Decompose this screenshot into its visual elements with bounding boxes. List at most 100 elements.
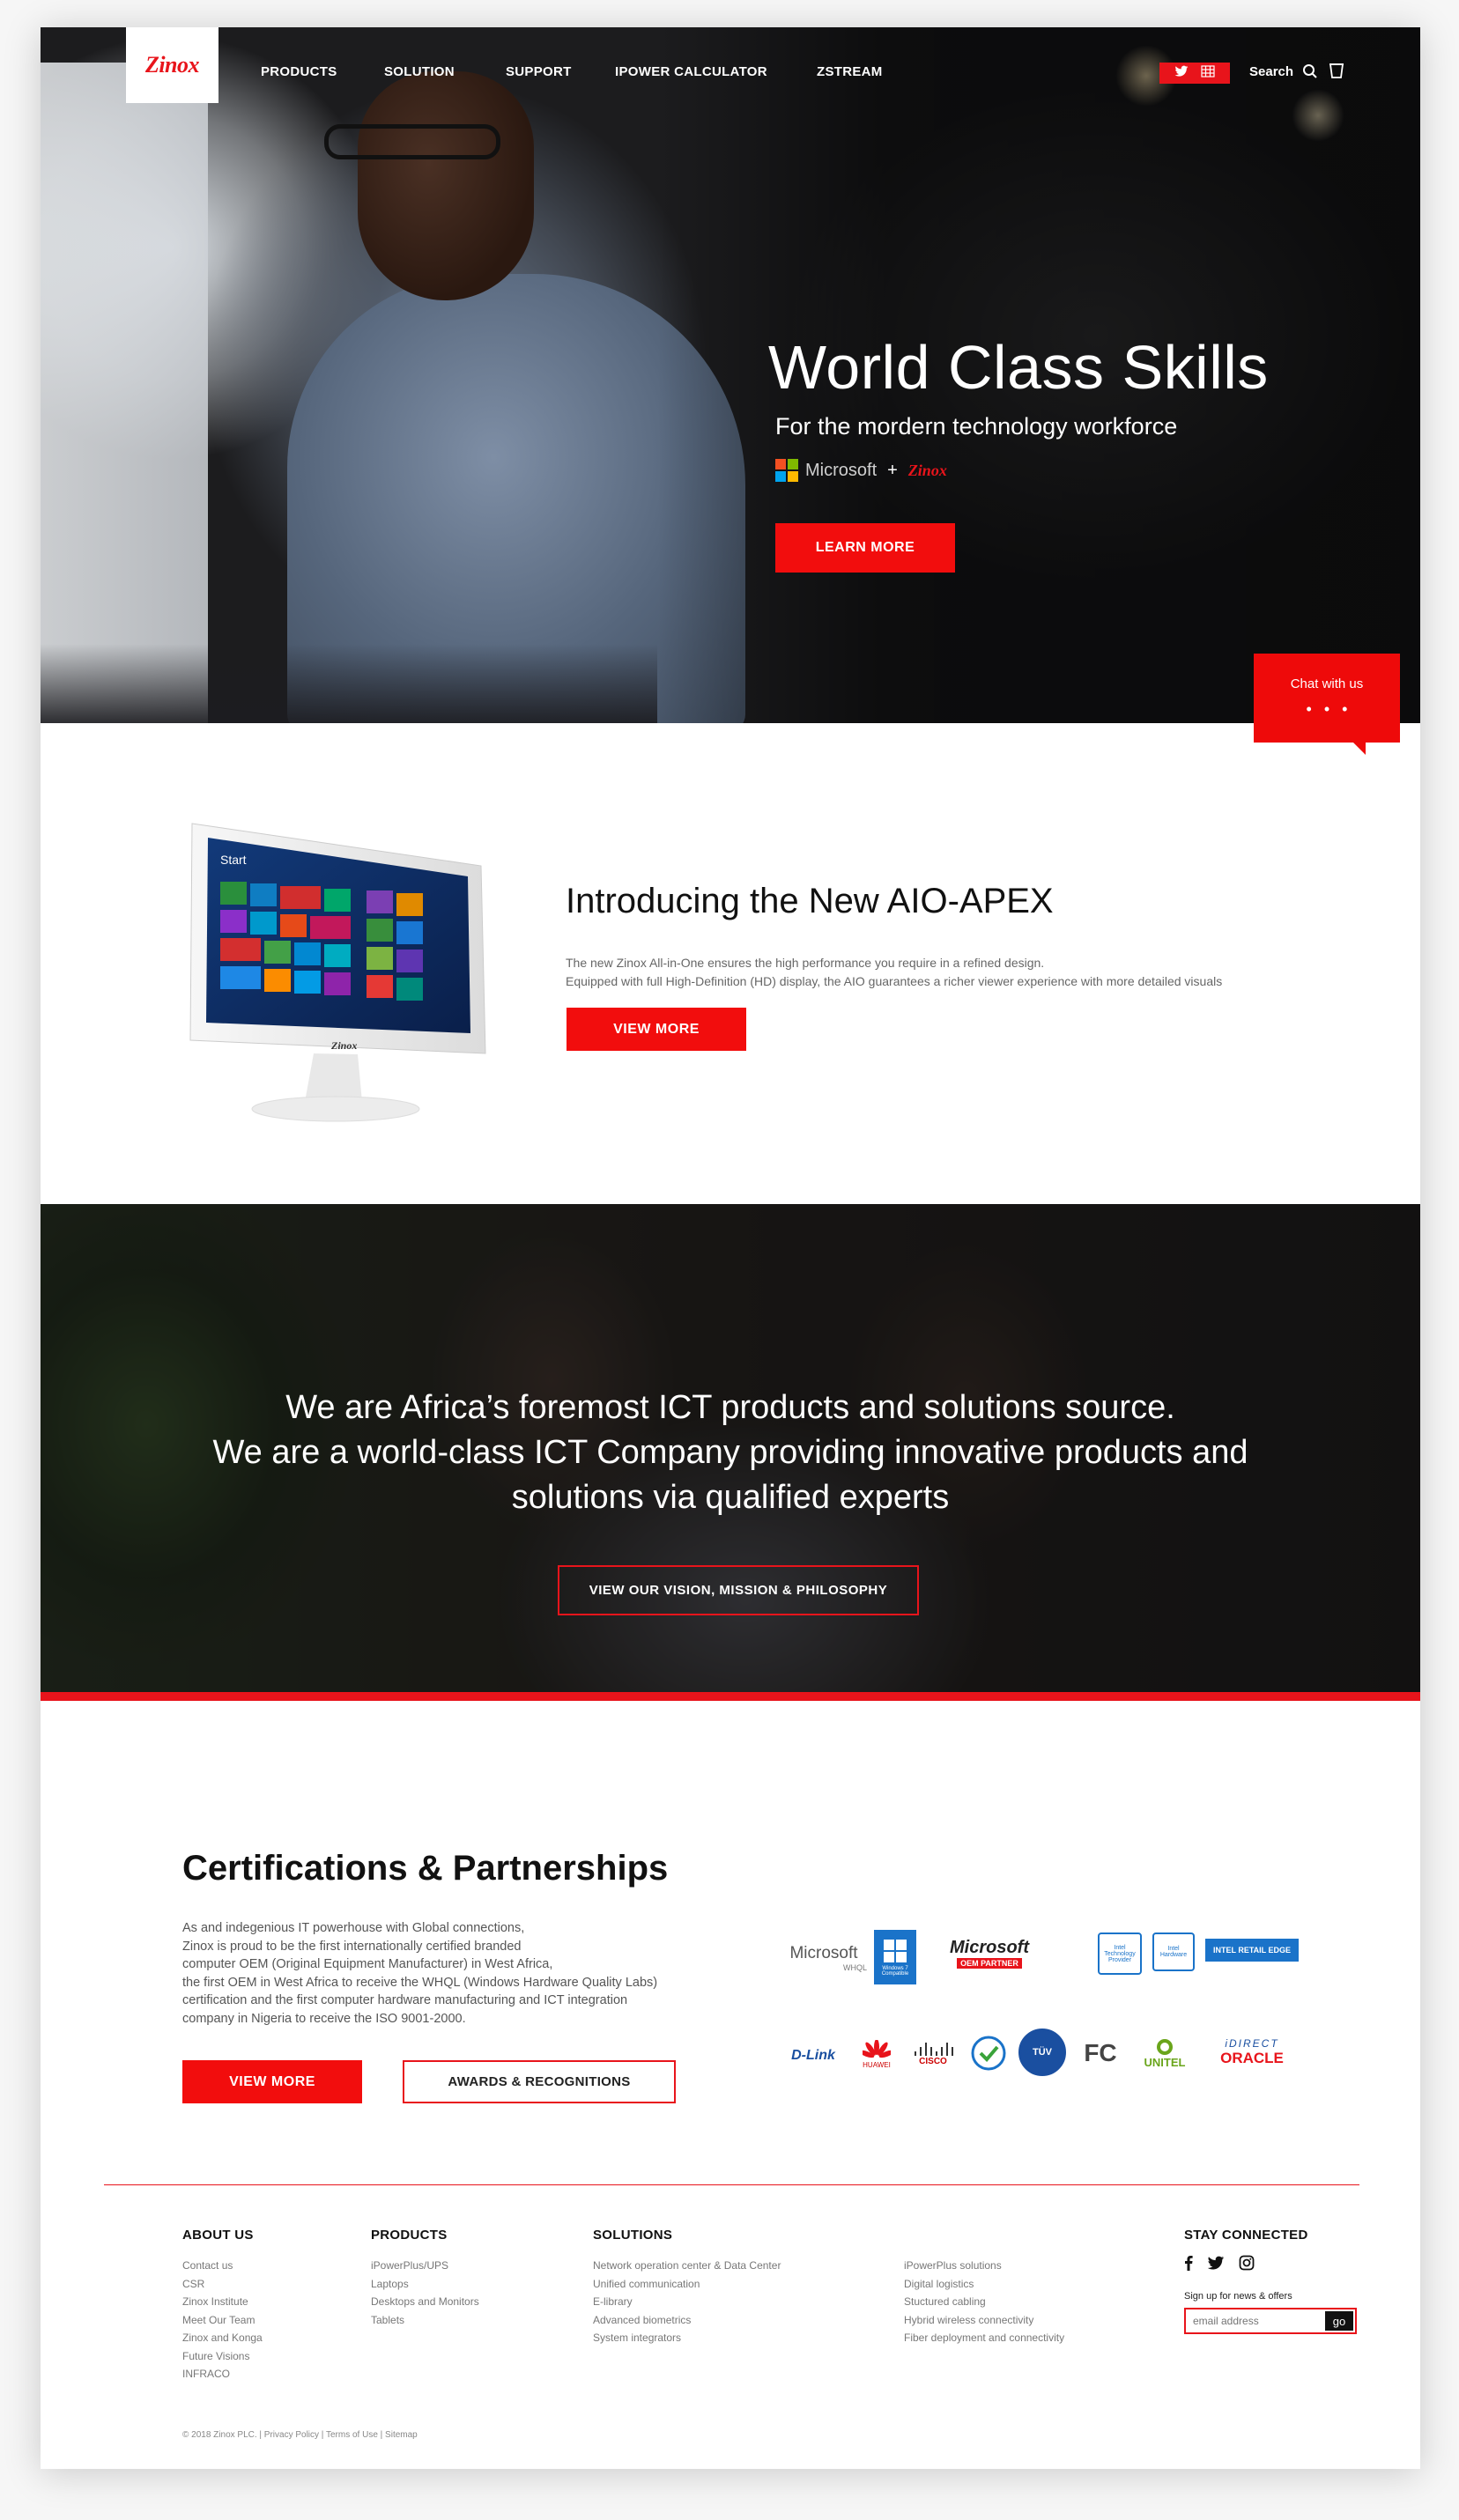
footer-link[interactable]: Desktops and Monitors xyxy=(371,2293,479,2311)
logo-text: OEM PARTNER xyxy=(957,1957,1022,1969)
cert-desc-line: Zinox is proud to be the first internati… xyxy=(182,1939,522,1954)
hero-subtitle: For the mordern technology workforce xyxy=(775,413,1178,440)
footer-link[interactable]: Tablets xyxy=(371,2311,479,2330)
mission-line: We are a world-class ICT Company providi… xyxy=(212,1434,1248,1471)
screen-start-text: Start xyxy=(220,853,247,867)
footer-link[interactable]: Stuctured cabling xyxy=(904,2293,1064,2311)
nav-zstream[interactable]: ZSTREAM xyxy=(817,64,883,79)
instagram-icon[interactable] xyxy=(1239,2255,1255,2275)
chat-dots: ••• xyxy=(1306,700,1360,718)
logo-text: INTEL RETAIL EDGE xyxy=(1212,1946,1291,1955)
footer-link[interactable]: Fiber deployment and connectivity xyxy=(904,2329,1064,2347)
footer-link[interactable]: Meet Our Team xyxy=(182,2311,263,2330)
footer-divider xyxy=(104,2184,1359,2185)
cisco-logo: CISCO xyxy=(909,2034,957,2073)
logo-text: CISCO xyxy=(919,2056,947,2066)
cert-view-more-button[interactable]: VIEW MORE xyxy=(182,2060,362,2103)
footer-link[interactable]: INFRACO xyxy=(182,2365,263,2383)
nav-ipower-calculator[interactable]: IPOWER CALCULATOR xyxy=(615,64,767,79)
cert-desc-line: the first OEM in West Africa to receive … xyxy=(182,1975,658,1990)
chat-widget[interactable]: Chat with us ••• xyxy=(1254,654,1400,743)
aio-description-line: Equipped with full High-Definition (HD) … xyxy=(566,974,1223,988)
mission-line: We are Africa’s foremost ICT products an… xyxy=(285,1389,1175,1426)
footer-heading: ABOUT US xyxy=(182,2228,254,2243)
hero-person-glasses xyxy=(324,124,500,159)
awards-recognitions-button[interactable]: AWARDS & RECOGNITIONS xyxy=(403,2060,676,2103)
footer-link[interactable]: Future Visions xyxy=(182,2347,263,2366)
huawei-petals-icon xyxy=(863,2039,891,2058)
footer-link[interactable]: Laptops xyxy=(371,2275,479,2294)
grid-icon[interactable] xyxy=(1201,64,1215,82)
aio-description: The new Zinox All-in-One ensures the hig… xyxy=(566,954,1385,991)
logo-text: HUAWEI xyxy=(863,2060,891,2069)
footer-link[interactable]: Contact us xyxy=(182,2257,263,2275)
email-input[interactable] xyxy=(1186,2309,1318,2332)
footer-link[interactable]: Unified communication xyxy=(593,2275,781,2294)
footer-link[interactable]: Zinox and Konga xyxy=(182,2329,263,2347)
partner-row: Microsoft + Zinox xyxy=(775,459,947,482)
logo-text: UNITEL xyxy=(1144,2055,1186,2069)
dlink-logo: D-Link xyxy=(782,2043,844,2069)
footer-link[interactable]: CSR xyxy=(182,2275,263,2294)
vision-mission-button[interactable]: VIEW OUR VISION, MISSION & PHILOSOPHY xyxy=(558,1565,919,1615)
learn-more-button[interactable]: LEARN MORE xyxy=(775,523,955,573)
hero-desk xyxy=(41,644,657,723)
footer-link[interactable]: iPowerPlus solutions xyxy=(904,2257,1064,2275)
logo-text: iDIRECT xyxy=(1225,2037,1279,2050)
search-icon[interactable] xyxy=(1302,63,1318,84)
twitter-icon[interactable] xyxy=(1207,2256,1225,2275)
footer-link[interactable]: System integrators xyxy=(593,2329,781,2347)
footer-link[interactable]: Digital logistics xyxy=(904,2275,1064,2294)
nav-solution[interactable]: SOLUTION xyxy=(384,64,455,79)
cisco-bars-icon xyxy=(915,2042,953,2056)
microsoft-logo-icon xyxy=(775,459,798,482)
microsoft-oem-partner-logo: Microsoft OEM PARTNER xyxy=(937,1935,1041,1970)
footer-link[interactable]: Advanced biometrics xyxy=(593,2311,781,2330)
aio-view-more-button[interactable]: VIEW MORE xyxy=(567,1008,746,1051)
intel-retail-edge-logo: INTEL RETAIL EDGE xyxy=(1205,1939,1299,1962)
hero-title: World Class Skills xyxy=(768,333,1269,402)
zinox-logo[interactable]: Zinox xyxy=(126,27,218,103)
nav-products[interactable]: PRODUCTS xyxy=(261,64,337,79)
certifications-description: As and indegenious IT powerhouse with Gl… xyxy=(182,1919,764,2028)
chat-tail xyxy=(1352,741,1366,755)
intel-hardware-logo: Intel Hardware xyxy=(1152,1932,1195,1971)
facebook-icon[interactable] xyxy=(1184,2255,1193,2275)
stay-connected: STAY CONNECTED Sign up for news & offers… xyxy=(1184,2228,1357,2334)
footer-link[interactable]: Zinox Institute xyxy=(182,2293,263,2311)
logo-text: FC xyxy=(1084,2039,1117,2066)
search-link[interactable]: Search xyxy=(1249,64,1293,79)
cart-icon[interactable] xyxy=(1329,62,1344,84)
logo-text: Zinox xyxy=(144,52,200,78)
footer-solutions-col2: iPowerPlus solutions Digital logistics S… xyxy=(904,2257,1064,2347)
nav-support[interactable]: SUPPORT xyxy=(506,64,572,79)
logo-text: Microsoft xyxy=(950,1937,1029,1957)
footer-about: ABOUT US Contact us CSR Zinox Institute … xyxy=(182,2228,263,2383)
partner-microsoft: Microsoft xyxy=(805,460,878,480)
logo-text: D-Link xyxy=(791,2048,835,2063)
check-badge-icon xyxy=(971,2036,1006,2071)
microsoft-whql-logo: Microsoft WHQL xyxy=(781,1939,867,1977)
page: Zinox PRODUCTS SOLUTION SUPPORT IPOWER C… xyxy=(41,27,1420,2469)
newsletter-form: go xyxy=(1184,2308,1357,2334)
footer-link[interactable]: Hybrid wireless connectivity xyxy=(904,2311,1064,2330)
mission-statement: We are Africa’s foremost ICT products an… xyxy=(41,1386,1420,1520)
idirect-oracle-logo: iDIRECT ORACLE xyxy=(1203,2030,1300,2074)
logo-text: TÜV xyxy=(1033,2047,1052,2058)
certifications-title: Certifications & Partnerships xyxy=(182,1849,669,1888)
twitter-icon[interactable] xyxy=(1174,65,1189,82)
aio-description-line: The new Zinox All-in-One ensures the hig… xyxy=(566,956,1045,970)
monitor-brand-text: Zinox xyxy=(330,1039,357,1052)
footer-link[interactable]: Network operation center & Data Center xyxy=(593,2257,781,2275)
footer-link[interactable]: iPowerPlus/UPS xyxy=(371,2257,479,2275)
logo-text: Microsoft xyxy=(789,1944,858,1962)
certification-check-logo xyxy=(967,2034,1010,2073)
huawei-logo: HUAWEI xyxy=(855,2034,899,2074)
signup-label: Sign up for news & offers xyxy=(1184,2291,1292,2302)
go-button[interactable]: go xyxy=(1325,2311,1353,2331)
footer-link[interactable]: E-library xyxy=(593,2293,781,2311)
footer-heading: SOLUTIONS xyxy=(593,2228,673,2243)
partner-zinox: Zinox xyxy=(907,461,947,479)
fc-logo: FC xyxy=(1078,2037,1122,2069)
cert-desc-line: As and indegenious IT powerhouse with Gl… xyxy=(182,1921,525,1935)
